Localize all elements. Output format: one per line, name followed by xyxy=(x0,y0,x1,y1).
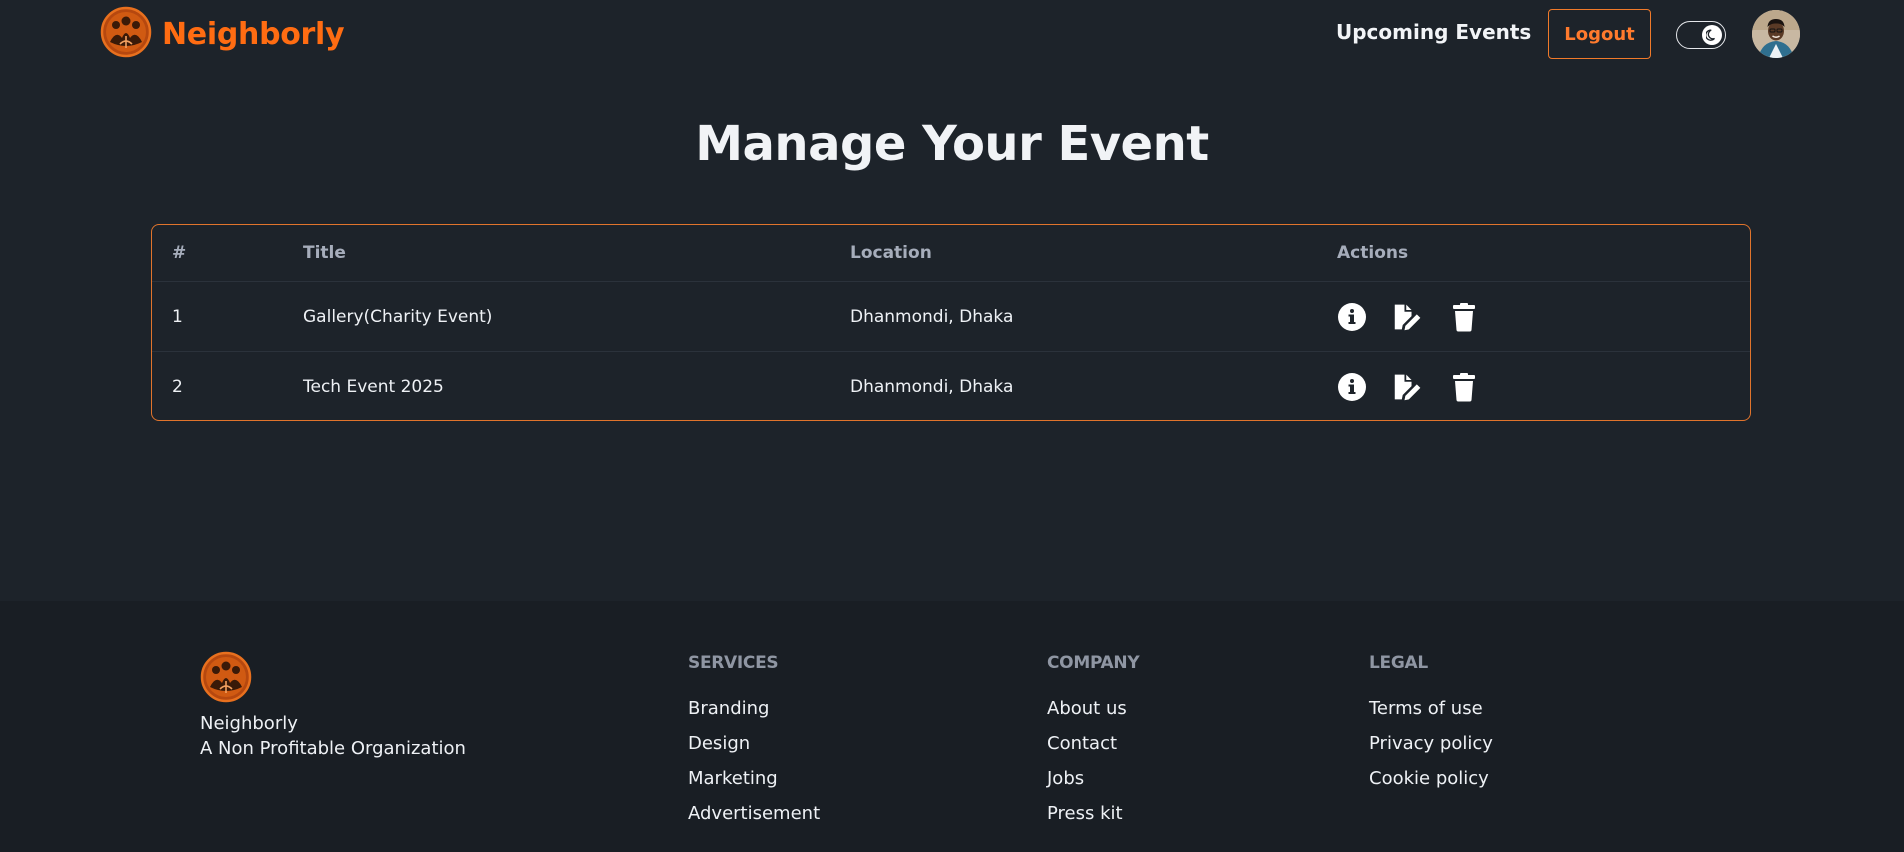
row-title: Gallery(Charity Event) xyxy=(303,306,493,327)
footer-link-terms-of-use[interactable]: Terms of use xyxy=(1369,698,1493,733)
table-row: 1 Gallery(Charity Event) Dhanmondi, Dhak… xyxy=(152,282,1750,352)
table-row: 2 Tech Event 2025 Dhanmondi, Dhaka xyxy=(152,352,1750,420)
footer-link-jobs[interactable]: Jobs xyxy=(1047,768,1139,803)
footer-link-advertisement[interactable]: Advertisement xyxy=(688,803,820,838)
page-title: Manage Your Event xyxy=(695,116,1209,172)
events-table: # Title Location Actions 1 Gallery(Chari… xyxy=(151,224,1751,421)
avatar[interactable] xyxy=(1752,10,1800,58)
logo-icon xyxy=(200,651,252,707)
header-number: # xyxy=(172,243,187,263)
logout-button[interactable]: Logout xyxy=(1548,9,1651,59)
edit-file-icon[interactable] xyxy=(1393,372,1423,402)
footer-tagline: A Non Profitable Organization xyxy=(200,738,466,759)
theme-toggle[interactable] xyxy=(1676,21,1726,49)
footer-link-privacy-policy[interactable]: Privacy policy xyxy=(1369,733,1493,768)
edit-file-icon[interactable] xyxy=(1393,302,1423,332)
brand[interactable]: Neighborly xyxy=(100,6,345,62)
footer: Neighborly A Non Profitable Organization… xyxy=(0,601,1904,852)
row-location: Dhanmondi, Dhaka xyxy=(850,306,1014,327)
trash-icon[interactable] xyxy=(1449,302,1479,332)
navbar: Neighborly Upcoming Events Logout xyxy=(0,0,1904,68)
row-number: 2 xyxy=(172,377,183,397)
footer-brand: Neighborly A Non Profitable Organization xyxy=(200,651,466,761)
row-title: Tech Event 2025 xyxy=(303,377,444,397)
footer-services-heading: SERVICES xyxy=(688,653,779,673)
row-location: Dhanmondi, Dhaka xyxy=(850,377,1014,397)
header-actions: Actions xyxy=(1337,243,1409,263)
row-number: 1 xyxy=(172,306,183,327)
footer-company: COMPANY About us Contact Jobs Press kit xyxy=(1047,653,1140,838)
footer-link-press-kit[interactable]: Press kit xyxy=(1047,803,1139,838)
footer-link-about-us[interactable]: About us xyxy=(1047,698,1139,733)
row-actions xyxy=(1337,352,1479,420)
brand-name: Neighborly xyxy=(162,16,345,52)
table-header-row: # Title Location Actions xyxy=(152,225,1750,282)
footer-brand-name: Neighborly xyxy=(200,713,298,734)
trash-icon[interactable] xyxy=(1449,372,1479,402)
nav-upcoming-events-link[interactable]: Upcoming Events xyxy=(1336,20,1531,44)
footer-link-marketing[interactable]: Marketing xyxy=(688,768,820,803)
footer-legal-heading: LEGAL xyxy=(1369,653,1428,673)
footer-link-contact[interactable]: Contact xyxy=(1047,733,1139,768)
row-actions xyxy=(1337,282,1479,351)
info-icon[interactable] xyxy=(1337,302,1367,332)
footer-link-cookie-policy[interactable]: Cookie policy xyxy=(1369,768,1493,803)
footer-link-branding[interactable]: Branding xyxy=(688,698,820,733)
toggle-knob xyxy=(1702,25,1722,45)
footer-legal: LEGAL Terms of use Privacy policy Cookie… xyxy=(1369,653,1493,803)
header-location: Location xyxy=(850,243,932,263)
info-icon[interactable] xyxy=(1337,372,1367,402)
footer-services: SERVICES Branding Design Marketing Adver… xyxy=(688,653,820,838)
logo-icon xyxy=(100,6,152,62)
footer-link-design[interactable]: Design xyxy=(688,733,820,768)
footer-company-heading: COMPANY xyxy=(1047,653,1140,673)
header-title: Title xyxy=(303,243,346,263)
